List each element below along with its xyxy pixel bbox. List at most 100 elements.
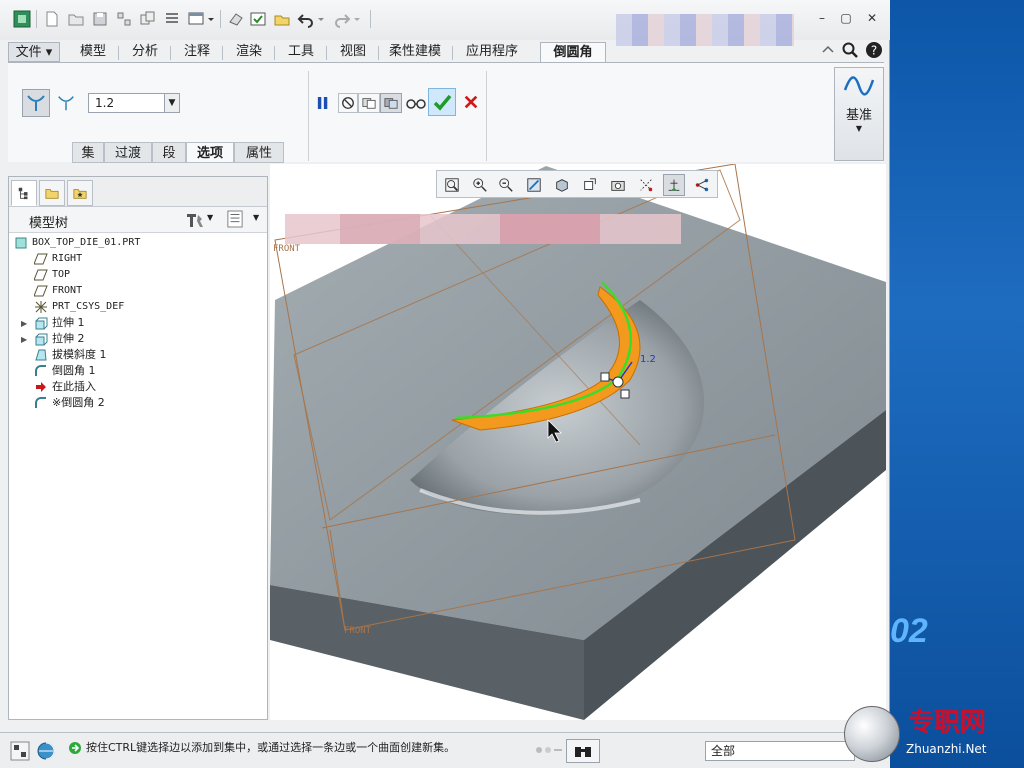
- tree-item-extrude-1[interactable]: 拉伸 1: [33, 315, 85, 331]
- save-icon[interactable]: [90, 9, 110, 29]
- app-logo-icon: [12, 9, 32, 29]
- regenerate-icon[interactable]: [114, 9, 134, 29]
- tree-item-label: ※倒圆角 2: [52, 396, 105, 409]
- browser-toggle-icon[interactable]: [36, 741, 56, 764]
- maximize-button[interactable]: ▢: [838, 11, 854, 27]
- tree-settings-icon[interactable]: [185, 211, 205, 232]
- tree-item-root[interactable]: BOX_TOP_DIE_01.PRT: [13, 235, 140, 251]
- refit-icon[interactable]: [441, 174, 463, 196]
- tree-item-insert-here[interactable]: 在此插入: [33, 379, 96, 395]
- selection-filter-select[interactable]: 全部: [705, 741, 855, 761]
- erase-icon[interactable]: [226, 9, 246, 29]
- subtab-options[interactable]: 选项: [186, 142, 234, 163]
- tree-item-top[interactable]: TOP: [33, 267, 70, 283]
- selection-filter-button[interactable]: [566, 739, 600, 763]
- repaint-icon[interactable]: [523, 174, 545, 196]
- constant-radius-icon[interactable]: [22, 89, 50, 117]
- select-window-icon[interactable]: [248, 9, 268, 29]
- tree-item-label: 倒圆角 1: [52, 364, 96, 377]
- chevron-down-icon[interactable]: ▼: [164, 94, 179, 112]
- annotation-display-icon[interactable]: [663, 174, 685, 196]
- preview-icon[interactable]: [358, 93, 380, 113]
- subtab-sets[interactable]: 集: [72, 142, 104, 163]
- tree-item-label: FRONT: [52, 285, 83, 296]
- subtab-transitions[interactable]: 过渡: [104, 142, 152, 163]
- tree-item-right[interactable]: RIGHT: [33, 251, 82, 267]
- svg-text:?: ?: [871, 44, 877, 58]
- tree-item-label: PRT_CSYS_DEF: [52, 301, 125, 312]
- graphics-viewport[interactable]: FRONT FRONT 1.2: [270, 164, 886, 720]
- tree-item-extrude-2[interactable]: 拉伸 2: [33, 331, 85, 347]
- tree-item-draft-1[interactable]: 拔模斜度 1: [33, 347, 107, 363]
- pause-icon[interactable]: [314, 93, 332, 113]
- new-file-icon[interactable]: [42, 9, 62, 29]
- tab-flexible-modeling[interactable]: 柔性建模: [382, 42, 448, 62]
- subtab-properties[interactable]: 属性: [234, 142, 284, 163]
- folder-browser-tab-icon[interactable]: [39, 180, 65, 206]
- zoom-out-icon[interactable]: [495, 174, 517, 196]
- display-style-icon[interactable]: [551, 174, 573, 196]
- collapse-ribbon-icon[interactable]: [818, 40, 838, 60]
- open-folder-icon[interactable]: [66, 9, 86, 29]
- tree-item-label: 拔模斜度 1: [52, 348, 107, 361]
- chevron-down-icon[interactable]: ▼: [835, 124, 883, 133]
- tab-round[interactable]: 倒圆角: [540, 42, 606, 62]
- window-icon[interactable]: [186, 9, 206, 29]
- view-manager-icon[interactable]: [607, 174, 629, 196]
- ok-button[interactable]: [428, 88, 456, 116]
- tab-applications[interactable]: 应用程序: [458, 42, 526, 62]
- watermark-year: 02: [890, 612, 928, 650]
- spin-center-icon[interactable]: [691, 174, 713, 196]
- undo-dropdown-icon[interactable]: [316, 9, 326, 29]
- variable-radius-icon[interactable]: [54, 91, 78, 115]
- close-window-icon[interactable]: [272, 9, 292, 29]
- tab-model[interactable]: 模型: [72, 42, 114, 62]
- chevron-down-icon[interactable]: ▼: [207, 213, 213, 222]
- tree-item-csys[interactable]: PRT_CSYS_DEF: [33, 299, 124, 315]
- redo-icon[interactable]: [332, 9, 352, 29]
- close-button[interactable]: ✕: [864, 11, 880, 27]
- subtab-pieces[interactable]: 段: [152, 142, 186, 163]
- tab-annotate[interactable]: 注释: [176, 42, 218, 62]
- datum-group[interactable]: 基准 ▼: [834, 67, 884, 161]
- tree-item-round-1[interactable]: 倒圆角 1: [33, 363, 96, 379]
- model-tree-tab-icon[interactable]: [11, 180, 37, 206]
- chevron-down-icon[interactable]: ▼: [253, 213, 259, 222]
- radius-combobox[interactable]: 1.2 ▼: [88, 93, 180, 113]
- tab-view[interactable]: 视图: [332, 42, 374, 62]
- undo-icon[interactable]: [296, 9, 316, 29]
- part-icon: [13, 236, 29, 250]
- glasses-preview-icon[interactable]: [404, 93, 428, 113]
- verify-mode-icon[interactable]: [380, 93, 402, 113]
- copy-icon[interactable]: [138, 9, 158, 29]
- cancel-button[interactable]: [460, 91, 482, 113]
- redo-dropdown-icon[interactable]: [352, 9, 362, 29]
- model-render[interactable]: [270, 164, 886, 720]
- window-dropdown-icon[interactable]: [206, 9, 216, 29]
- plane-label-top: FRONT: [273, 244, 301, 254]
- desktop-background: 02 专职网 Zhuanzhi.Net: [844, 0, 1024, 768]
- tab-analysis[interactable]: 分析: [124, 42, 166, 62]
- no-preview-icon[interactable]: [338, 93, 358, 113]
- saved-orientations-icon[interactable]: [579, 174, 601, 196]
- tab-file[interactable]: 文件 ▾: [8, 42, 60, 62]
- insert-arrow-icon: [33, 380, 49, 394]
- minimize-button[interactable]: –: [814, 11, 830, 27]
- favorites-tab-icon[interactable]: [67, 180, 93, 206]
- tab-tools[interactable]: 工具: [280, 42, 322, 62]
- tree-item-front[interactable]: FRONT: [33, 283, 82, 299]
- tree-item-label: 在此插入: [52, 380, 96, 393]
- search-icon[interactable]: [840, 40, 860, 60]
- tree-item-round-2[interactable]: ※倒圆角 2: [33, 395, 105, 411]
- expand-icon[interactable]: ▶: [21, 319, 31, 328]
- zoom-in-icon[interactable]: [469, 174, 491, 196]
- radius-dimension-label[interactable]: 1.2: [640, 354, 656, 365]
- table-icon[interactable]: [162, 9, 182, 29]
- datum-display-icon[interactable]: [635, 174, 657, 196]
- show-options-icon[interactable]: [227, 210, 243, 231]
- tab-render[interactable]: 渲染: [228, 42, 270, 62]
- help-icon[interactable]: ?: [864, 40, 884, 60]
- expand-icon[interactable]: ▶: [21, 335, 31, 344]
- tree-item-label: 拉伸 1: [52, 316, 85, 329]
- status-toggle-icon[interactable]: [10, 741, 30, 764]
